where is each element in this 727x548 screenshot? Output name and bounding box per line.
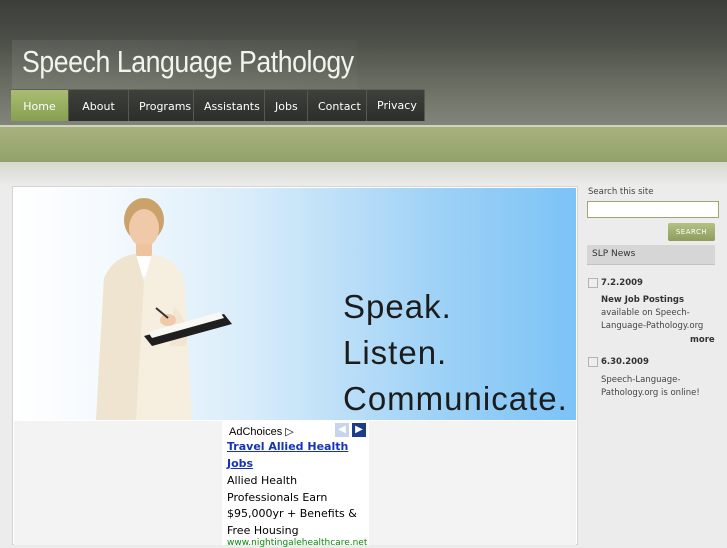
accent-band [0, 127, 727, 162]
main-nav: Home About Programs Assistants Jobs Cont… [11, 89, 425, 121]
news-date: 6.30.2009 [601, 357, 649, 367]
adchoices-label[interactable]: AdChoices ▷ [229, 425, 294, 438]
band-fade [0, 162, 727, 186]
woman-with-notebook-image [96, 198, 232, 420]
site-title[interactable]: Speech Language Pathology [22, 44, 354, 80]
news-item-icon [588, 357, 598, 367]
news-item-text: Speech-Language-Pathology.org is online! [601, 375, 700, 398]
nav-item-about[interactable]: About [69, 90, 129, 121]
adchoices-triangle-icon[interactable]: ▷ [285, 426, 293, 438]
search-input[interactable] [587, 201, 719, 218]
nav-item-privacy[interactable]: Privacy [367, 90, 425, 121]
chevron-right-icon[interactable]: ▶ [352, 423, 366, 437]
ad-title-link[interactable]: Travel Allied Health Jobs [227, 438, 362, 472]
ad-body-text: Allied Health Professionals Earn $95,000… [227, 474, 357, 537]
news-more-link[interactable]: more [690, 335, 715, 345]
hero-tagline-communicate: Communicate. [343, 380, 568, 417]
news-header: SLP News [587, 245, 715, 265]
news-item-icon [588, 278, 598, 288]
hero-tagline-listen: Listen. [343, 334, 448, 371]
nav-item-assistants[interactable]: Assistants [194, 90, 265, 121]
nav-item-programs[interactable]: Programs [129, 90, 194, 121]
news-date: 7.2.2009 [601, 278, 643, 288]
news-headline: New Job Postings [601, 295, 685, 305]
news-body: available on Speech-Language-Pathology.o… [601, 308, 704, 331]
nav-item-contact[interactable]: Contact [308, 90, 367, 121]
nav-item-home[interactable]: Home [11, 90, 69, 121]
chevron-left-icon[interactable]: ◀ [335, 423, 349, 437]
nav-item-jobs[interactable]: Jobs [265, 90, 308, 121]
ad-url-link[interactable]: www.nightingalehealthcare.net [227, 538, 367, 548]
news-item-text: New Job Postings available on Speech-Lan… [601, 294, 717, 333]
search-label: Search this site [588, 187, 654, 197]
hero-banner: Speak. Listen. Communicate. [14, 188, 576, 420]
hero-tagline-speak: Speak. [343, 288, 452, 325]
search-button[interactable]: SEARCH [668, 223, 715, 241]
